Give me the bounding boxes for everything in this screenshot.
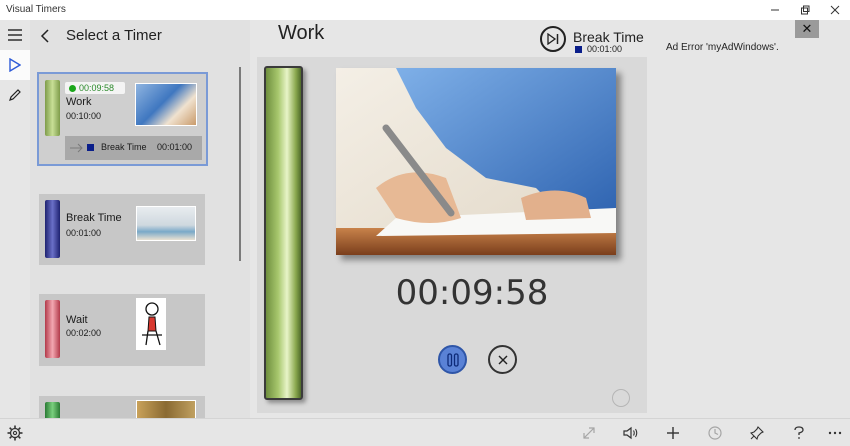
app-title: Visual Timers	[6, 4, 66, 15]
sitting-figure-icon	[142, 302, 162, 346]
skip-next-icon	[547, 33, 559, 45]
next-timer-row: Break Time 00:01:00	[65, 136, 202, 160]
dim-settings-icon[interactable]	[612, 389, 630, 407]
running-dot-icon	[69, 85, 76, 92]
stop-button[interactable]	[488, 345, 517, 374]
skip-to-next-button[interactable]	[540, 26, 566, 52]
close-icon	[830, 5, 840, 15]
title-bar: Visual Timers	[0, 0, 850, 20]
minimize-button[interactable]	[760, 0, 790, 20]
timer-color-bar	[45, 402, 60, 418]
help-icon	[794, 426, 804, 439]
fullscreen-icon	[583, 427, 595, 439]
play-icon	[9, 58, 21, 72]
gear-icon	[7, 425, 23, 441]
clock-icon	[708, 426, 722, 440]
progress-bar	[264, 66, 303, 400]
back-arrow-icon[interactable]	[40, 29, 52, 43]
restore-icon	[801, 5, 810, 15]
volume-button[interactable]	[622, 424, 640, 442]
more-options-button[interactable]	[826, 424, 844, 442]
help-button[interactable]	[790, 424, 808, 442]
timer-color-bar	[45, 300, 60, 358]
timer-duration: 00:01:00	[66, 228, 102, 238]
arrow-right-icon	[70, 143, 83, 153]
pin-button[interactable]	[748, 424, 766, 442]
minimize-icon	[771, 9, 779, 11]
menu-button[interactable]	[0, 20, 30, 50]
history-button[interactable]	[706, 424, 724, 442]
timer-photo	[336, 68, 616, 255]
x-icon	[498, 355, 507, 364]
timer-card-break-time[interactable]: Break Time 00:01:00	[39, 194, 205, 265]
ad-close-button[interactable]: ✕	[795, 20, 819, 38]
fullscreen-button[interactable]	[580, 424, 598, 442]
relaxing-thumbnail	[136, 206, 196, 241]
settings-button[interactable]	[6, 424, 24, 442]
list-title: Select a Timer	[66, 27, 162, 44]
next-timer-time: 00:01:00	[587, 44, 623, 54]
writing-photo	[336, 68, 616, 255]
next-color-square	[575, 46, 582, 53]
restore-button[interactable]	[790, 0, 820, 20]
timer-list-panel: Select a Timer 00:09:58 Work 00:10:00 Br…	[30, 20, 250, 418]
volume-icon	[623, 426, 638, 440]
more-icon	[828, 431, 842, 435]
timer-duration: 00:10:00	[66, 111, 102, 121]
timer-color-bar	[45, 80, 60, 136]
pause-button[interactable]	[438, 345, 467, 374]
timer-name: Work	[66, 96, 92, 108]
add-timer-button[interactable]	[664, 424, 682, 442]
hamburger-icon	[8, 29, 22, 41]
pencil-icon	[9, 89, 21, 101]
running-time: 00:09:58	[79, 83, 115, 93]
next-timer-name: Break Time	[101, 142, 147, 152]
pause-icon	[446, 352, 459, 367]
timer-card-wait[interactable]: Wait 00:02:00	[39, 294, 205, 366]
close-window-button[interactable]	[820, 0, 850, 20]
next-color-square	[87, 144, 94, 151]
timer-name: Wait	[66, 314, 88, 326]
next-timer-duration: 00:01:00	[157, 142, 193, 152]
bottom-app-bar	[0, 418, 850, 446]
timer-duration: 00:02:00	[66, 328, 102, 338]
running-time-chip: 00:09:58	[65, 82, 125, 94]
countdown-display: 00:09:58	[395, 273, 549, 313]
ad-error-text: Ad Error 'myAdWindows'.	[666, 42, 779, 53]
list-header: Select a Timer	[30, 20, 250, 52]
current-timer-title: Work	[278, 22, 325, 44]
nav-rail	[0, 20, 30, 418]
timer-name: Break Time	[66, 212, 122, 224]
next-timer-label: Break Time	[573, 29, 644, 45]
add-icon	[667, 427, 679, 439]
timer-card-partial[interactable]	[39, 396, 205, 418]
writing-thumbnail	[135, 83, 197, 126]
timer-color-bar	[45, 200, 60, 258]
pin-icon	[750, 426, 764, 440]
panel-splitter[interactable]	[239, 67, 241, 261]
food-thumbnail	[136, 400, 196, 418]
edit-timer-button[interactable]	[0, 80, 30, 110]
run-timer-button[interactable]	[0, 50, 30, 80]
timer-card-work[interactable]: 00:09:58 Work 00:10:00 Break Time 00:01:…	[37, 72, 208, 166]
waiting-figure-thumbnail	[136, 298, 166, 350]
